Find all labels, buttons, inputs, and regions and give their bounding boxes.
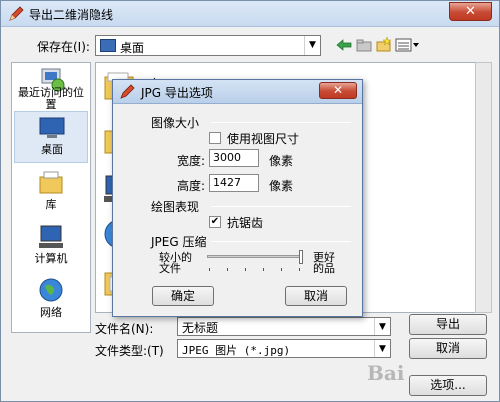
jpeg-quality-slider[interactable] [207,255,303,258]
save-in-value: 桌面 [120,41,145,55]
width-unit: 像素 [269,154,294,168]
slider-tick [299,268,300,271]
jpg-options-dialog: JPG 导出选项 ✕ 图像大小 使用视图尺寸 宽度: 3000 像素 高度: 1… [112,79,363,317]
slider-thumb[interactable] [299,250,303,264]
place-computer[interactable]: 计算机 [14,221,88,273]
divider [211,122,351,123]
filetype-dropdown[interactable]: JPEG 图片 (*.jpg) ▼ [177,339,391,358]
filetype-value: JPEG 图片 (*.jpg) [182,344,291,357]
antialias-label: 抗锯齿 [227,216,264,230]
place-recent[interactable]: 最近访问的位置 [14,63,88,115]
export-button[interactable]: 导出 [409,314,487,335]
height-label: 高度: [177,179,206,193]
slider-tick [245,268,246,271]
filename-input[interactable]: 无标题 ▼ [177,317,391,336]
view-menu-icon[interactable] [395,37,421,53]
close-button[interactable]: ✕ [449,2,492,21]
jpeg-compression-heading: JPEG 压缩 [151,235,207,249]
chevron-down-icon: ▼ [374,340,390,357]
place-label: 最近访问的位置 [18,86,84,111]
place-label: 计算机 [34,252,68,265]
width-input[interactable]: 3000 [209,149,259,167]
cancel-button[interactable]: 取消 [409,338,487,359]
height-input[interactable]: 1427 [209,174,259,192]
new-folder-icon[interactable] [375,37,393,53]
use-view-size-label: 使用视图尺寸 [227,132,300,146]
vertical-scrollbar[interactable] [475,62,492,313]
window-title: 导出二维消隐线 [29,8,114,22]
filetype-label: 文件类型:(T) [95,344,164,358]
cancel-button[interactable]: 取消 [285,286,347,306]
height-unit: 像素 [269,179,294,193]
slider-tick [281,268,282,271]
options-button[interactable]: 选项... [409,375,487,396]
place-label: 库 [45,198,57,211]
use-view-size-checkbox[interactable] [209,132,221,144]
save-in-dropdown[interactable]: 桌面 ▼ [95,35,321,56]
slider-tick [227,268,228,271]
smaller-file-label-2: 文件 [159,262,181,275]
place-label: 桌面 [41,143,63,156]
filename-value: 无标题 [182,321,219,335]
pencil-app-icon [120,84,135,99]
place-desktop[interactable]: 桌面 [14,111,88,163]
chevron-down-icon[interactable]: ▼ [374,318,390,335]
close-button[interactable]: ✕ [319,82,357,99]
width-label: 宽度: [177,154,206,168]
up-folder-icon[interactable] [355,37,373,53]
watermark: Bai [367,361,405,385]
places-bar: 最近访问的位置 桌面 库 计算机 网络 [11,62,91,333]
network-globe-icon [39,278,63,302]
filename-label: 文件名(N): [95,322,154,336]
place-library[interactable]: 库 [14,167,88,219]
back-arrow-icon[interactable] [335,37,353,53]
image-size-heading: 图像大小 [151,116,200,130]
computer-icon [39,225,63,248]
divider [211,241,351,242]
pencil-app-icon [9,6,24,21]
slider-tick [263,268,264,271]
place-label: 网络 [40,306,62,319]
desktop-icon [100,39,116,52]
antialias-checkbox[interactable]: ✔ [209,216,221,228]
divider [211,206,351,207]
jpg-title-bar: JPG 导出选项 ✕ [113,80,362,104]
title-bar: 导出二维消隐线 ✕ [1,1,499,27]
slider-tick [209,268,210,271]
jpg-dialog-title: JPG 导出选项 [141,86,213,100]
save-in-label: 保存在(I): [37,40,90,54]
better-quality-label-2: 的品 [313,262,335,275]
library-icon [39,171,63,194]
place-network[interactable]: 网络 [14,275,88,327]
desktop-icon [39,117,65,138]
ok-button[interactable]: 确定 [152,286,214,306]
chevron-down-icon: ▼ [304,36,320,55]
render-heading: 绘图表现 [151,200,200,214]
